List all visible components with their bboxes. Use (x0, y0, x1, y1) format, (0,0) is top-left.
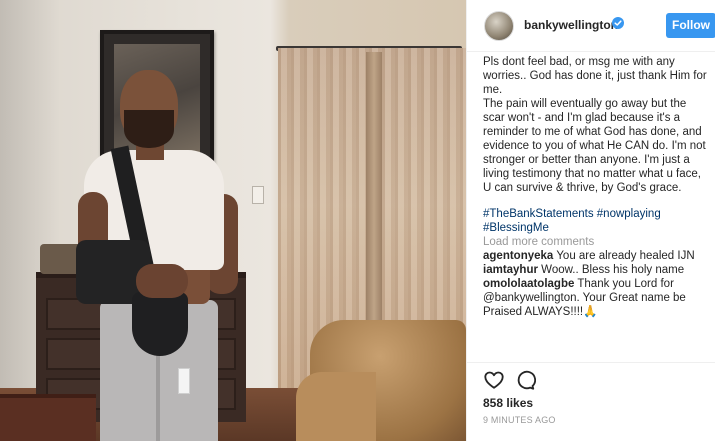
comment-username[interactable]: iamtayhur (483, 264, 538, 276)
post-timestamp: 9 MINUTES AGO (483, 415, 556, 425)
caption-hashtags[interactable]: #TheBankStatements #nowplaying #Blessing… (483, 207, 711, 235)
sling-pouch (132, 292, 188, 356)
comment-item: iamtayhur Woow.. Bless his holy name (483, 263, 711, 277)
speech-bubble-icon[interactable] (514, 369, 536, 391)
man-in-arm-sling (66, 64, 266, 441)
comment-username[interactable]: omololaatolagbe (483, 278, 574, 290)
comment-text: You are already healed IJN (556, 250, 695, 262)
heart-outline-icon[interactable] (483, 369, 505, 391)
load-more-comments-link[interactable]: Load more comments (483, 235, 711, 249)
caption-block: Pls dont feel bad, or msg me with any wo… (483, 52, 711, 319)
comment-item: agentonyeka You are already healed IJN (483, 249, 711, 263)
caption-paragraph-2: The pain will eventually go away but the… (483, 98, 706, 194)
comments-scroll-area[interactable]: Pls dont feel bad, or msg me with any wo… (467, 52, 715, 362)
post-actions: 858 likes 9 MINUTES AGO (467, 362, 715, 441)
sofa-arm (296, 372, 376, 441)
comment-item: omololaatolagbe Thank you Lord for @bank… (483, 277, 711, 319)
comment-username[interactable]: agentonyeka (483, 250, 553, 262)
verified-badge-icon (612, 17, 624, 29)
pants-tag (178, 368, 190, 394)
caption-line-1: Pls dont feel bad, or msg me with any wo… (483, 56, 707, 96)
comment-text: Woow.. Bless his holy name (541, 264, 685, 276)
post-header: bankywellington Follow (467, 0, 715, 52)
follow-button[interactable]: Follow (666, 13, 715, 38)
avatar[interactable] (484, 11, 514, 41)
clasped-hands (136, 264, 188, 298)
post-username[interactable]: bankywellington (524, 18, 618, 32)
post-photo[interactable] (0, 0, 466, 441)
likes-count[interactable]: 858 likes (483, 396, 533, 410)
post-sidebar: bankywellington Follow Pls dont feel bad… (466, 0, 715, 441)
